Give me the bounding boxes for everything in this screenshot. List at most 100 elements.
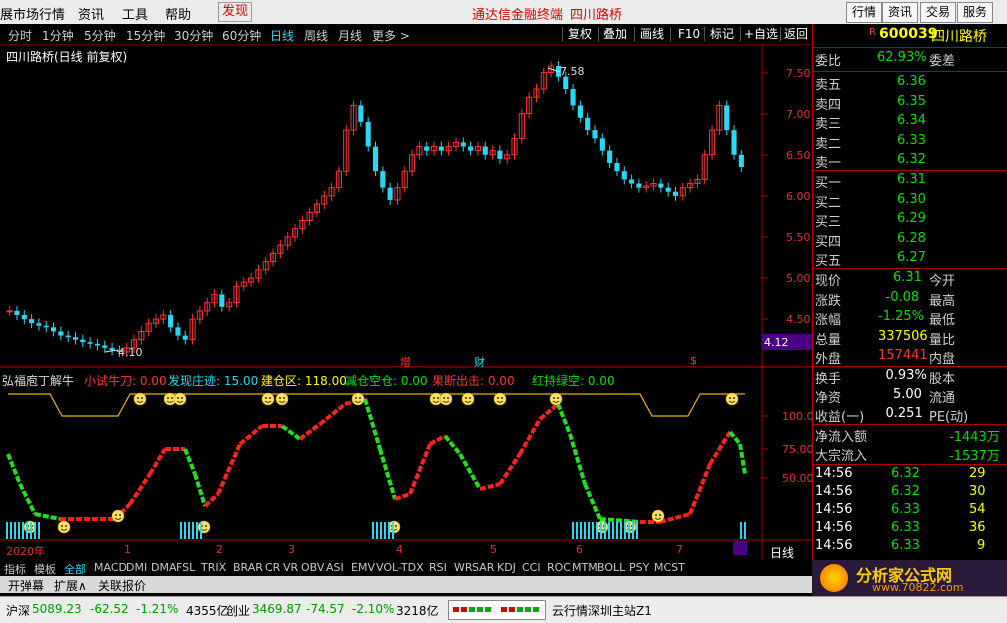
toolbar-divider <box>704 27 705 41</box>
ask-label: 卖二 <box>815 136 842 152</box>
period-timeshare[interactable]: 分时 <box>8 27 32 44</box>
price-tick-label: 5.00 <box>786 272 811 285</box>
toolbar-divider <box>598 27 599 41</box>
candlestick-chart[interactable]: 7.50 7.00 6.50 6.00 5.50 5.00 4.50 100.0 75.00 50… <box>0 44 812 560</box>
period-60min[interactable]: 60分钟 <box>222 27 261 44</box>
signal-bar <box>632 522 634 539</box>
indicator-tab-rsi[interactable]: RSI <box>429 561 447 574</box>
current-price-label: 4.12 <box>764 336 789 349</box>
indicator-tab-vr[interactable]: VR <box>283 561 298 574</box>
signal-bar <box>184 522 186 539</box>
menu-news[interactable]: 资讯 <box>78 4 104 23</box>
event-marker-dividend[interactable]: $ <box>690 354 697 367</box>
indicator-tab-mtm[interactable]: MTM <box>572 561 598 574</box>
indicator-tab-emv[interactable]: EMV <box>351 561 375 574</box>
smiley-icon <box>461 392 475 406</box>
period-5min[interactable]: 5分钟 <box>84 27 116 44</box>
nav-quote-button[interactable]: 行情 <box>846 2 883 23</box>
indicator-tab-boll[interactable]: BOLL <box>597 561 625 574</box>
signal-bar <box>604 522 606 539</box>
draw-line-button[interactable]: 画线 <box>640 26 664 42</box>
indicator-tab-obv[interactable]: OBV <box>301 561 324 574</box>
indicator-tab-brar[interactable]: BRAR <box>233 561 263 574</box>
event-marker-increase[interactable]: 增 <box>400 354 411 370</box>
period-30min[interactable]: 30分钟 <box>174 27 213 44</box>
smiley-icon <box>493 392 507 406</box>
indicator-segment <box>518 418 542 455</box>
indicator-segment <box>708 430 732 466</box>
related-quotes[interactable]: 关联报价 <box>98 577 146 594</box>
menu-tools[interactable]: 工具 <box>122 4 148 23</box>
menu-discover[interactable]: 发现 <box>218 2 253 22</box>
event-marker-finance[interactable]: 财 <box>474 354 485 370</box>
nav-service-button[interactable]: 服务 <box>957 2 994 23</box>
indicator-tab-模板[interactable]: 模板 <box>34 561 56 577</box>
period-1min[interactable]: 1分钟 <box>42 27 74 44</box>
indicator-tab-asi[interactable]: ASI <box>326 561 344 574</box>
stat-value: -0.08 <box>885 289 920 305</box>
cy-index-label[interactable]: 创业 <box>226 602 250 619</box>
period-monthly[interactable]: 月线 <box>338 27 362 44</box>
adjust-button[interactable]: 复权 <box>568 26 592 42</box>
mark-button[interactable]: 标记 <box>710 26 734 42</box>
indicator-segment <box>599 517 641 524</box>
expand-toggle[interactable]: 扩展∧ <box>54 577 87 594</box>
indicator-tab-wr[interactable]: WR <box>454 561 473 574</box>
period-daily[interactable]: 日线 <box>270 27 294 44</box>
smiley-icon <box>725 392 739 406</box>
indicator-segment <box>378 448 397 500</box>
indicator-tab-mcst[interactable]: MCST <box>654 561 685 574</box>
indicator-tab-dma[interactable]: DMA <box>151 561 177 574</box>
back-button[interactable]: 返回 <box>784 26 808 42</box>
candle-body <box>387 187 393 200</box>
indicator-param: 发现庄迹: 15.00 <box>168 374 259 388</box>
f10-button[interactable]: F10 <box>678 26 700 42</box>
indicator-tab-cci[interactable]: CCI <box>522 561 541 574</box>
period-more[interactable]: 更多 > <box>372 27 410 44</box>
signal-bar <box>376 522 378 539</box>
menu-market[interactable]: 展市场行情 <box>0 4 65 23</box>
overlay-button[interactable]: 叠加 <box>603 26 627 42</box>
quote-panel: R 600039 四川路桥 委比 62.93% 委差 卖五 6.36 卖四 6.35 卖… <box>812 24 1007 572</box>
candle-body <box>614 162 620 172</box>
indicator-tab-trix[interactable]: TRIX <box>201 561 226 574</box>
candle-body <box>29 319 35 324</box>
price-axis: 7.50 7.00 6.50 6.00 5.50 5.00 4.50 100.0 75.00 50… <box>762 67 812 485</box>
sh-index-pct: -1.21% <box>136 602 179 616</box>
chart-area[interactable]: 7.50 7.00 6.50 6.00 5.50 5.00 4.50 100.0 75.00 50… <box>0 44 812 572</box>
smiley-icon <box>275 392 289 406</box>
indicator-tab-kdj[interactable]: KDJ <box>497 561 516 574</box>
add-watchlist-button[interactable]: +自选 <box>744 26 778 42</box>
toolbar-divider <box>740 27 741 41</box>
indicator-tab-roc[interactable]: ROC <box>547 561 571 574</box>
danmu-toggle[interactable]: 开弹幕 <box>8 577 44 594</box>
indicator-tab-macd[interactable]: MACD <box>94 561 127 574</box>
server-name[interactable]: 云行情深圳主站Z1 <box>552 602 652 619</box>
indicator-tab-dmi[interactable]: DMI <box>126 561 147 574</box>
cy-index-amount: 3218亿 <box>396 604 439 618</box>
stat-label-2: 最低 <box>929 313 956 328</box>
tick-volume: 29 <box>969 466 986 481</box>
indicator-tab-指标[interactable]: 指标 <box>4 561 26 577</box>
indicator-title: 弘福庖丁解牛 <box>2 374 75 388</box>
period-15min[interactable]: 15分钟 <box>126 27 165 44</box>
signal-bar <box>196 522 198 539</box>
indicator-tab-fsl[interactable]: FSL <box>176 561 195 574</box>
sh-index-label[interactable]: 沪深 <box>6 602 30 619</box>
signal-bar <box>620 522 622 539</box>
indicator-tab-cr[interactable]: CR <box>265 561 280 574</box>
flow-label: 大宗流入 <box>815 449 868 464</box>
candle-body <box>468 146 474 151</box>
turnover-label: 换手 <box>815 372 842 387</box>
bid-label: 买三 <box>815 215 842 230</box>
candle-body <box>731 130 737 155</box>
indicator-tab-sar[interactable]: SAR <box>472 561 494 574</box>
indicator-tab-全部[interactable]: 全部 <box>64 561 86 577</box>
tick-price: 6.33 <box>891 520 920 535</box>
nav-trade-button[interactable]: 交易 <box>920 2 957 23</box>
period-weekly[interactable]: 周线 <box>304 27 328 44</box>
indicator-tab-vol-tdx[interactable]: VOL-TDX <box>376 561 424 574</box>
indicator-tab-psy[interactable]: PSY <box>629 561 649 574</box>
nav-news-button[interactable]: 资讯 <box>882 2 919 23</box>
menu-help[interactable]: 帮助 <box>165 4 191 23</box>
